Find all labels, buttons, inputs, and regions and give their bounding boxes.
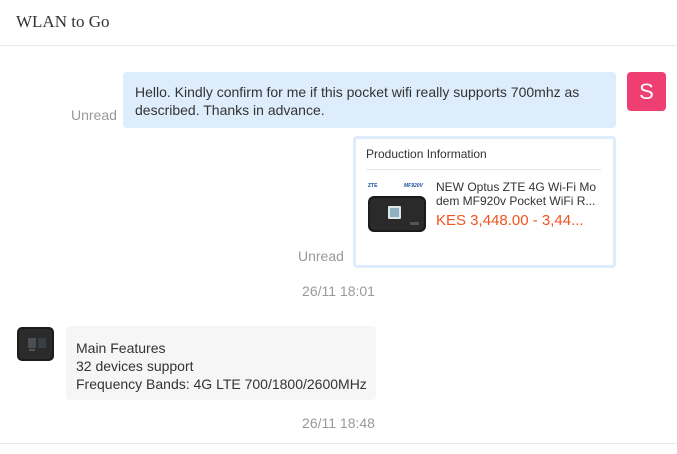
product-card[interactable]: Production Information ZTE MF920V NEW Op… [353,136,616,268]
user-avatar[interactable]: S [627,72,666,111]
product-card-title: Production Information [366,147,487,161]
incoming-message-line: 32 devices support [76,358,194,374]
unread-status: Unread [71,107,117,123]
unread-status: Unread [298,248,344,264]
seller-avatar[interactable] [16,325,55,363]
divider [366,169,601,170]
product-brand-label: ZTE [368,183,378,189]
incoming-message-line: Frequency Bands: 4G LTE 700/1800/2600MHz [76,376,367,392]
outgoing-message-bubble: Hello. Kindly confirm for me if this poc… [123,72,616,128]
pocket-wifi-avatar-icon [16,325,55,363]
incoming-message-bubble: Main Features 32 devices support Frequen… [66,326,376,400]
message-timestamp: 26/11 18:01 [302,283,375,299]
message-timestamp: 26/11 18:48 [302,415,375,431]
incoming-message-line: Main Features [76,340,166,356]
product-price: KES 3,448.00 - 3,44... [436,212,584,229]
pocket-wifi-image: ZTE MF920V [368,183,426,232]
chat-header: WLAN to Go [0,0,677,46]
user-avatar-initial: S [639,79,654,104]
product-model-label: MF920V [404,183,424,189]
product-name[interactable]: NEW Optus ZTE 4G Wi-Fi Modem MF920v Pock… [436,180,601,208]
input-area-divider [0,443,677,454]
chat-title: WLAN to Go [16,12,110,31]
outgoing-message-text: Hello. Kindly confirm for me if this poc… [135,84,580,118]
product-image[interactable]: ZTE MF920V [366,179,428,235]
